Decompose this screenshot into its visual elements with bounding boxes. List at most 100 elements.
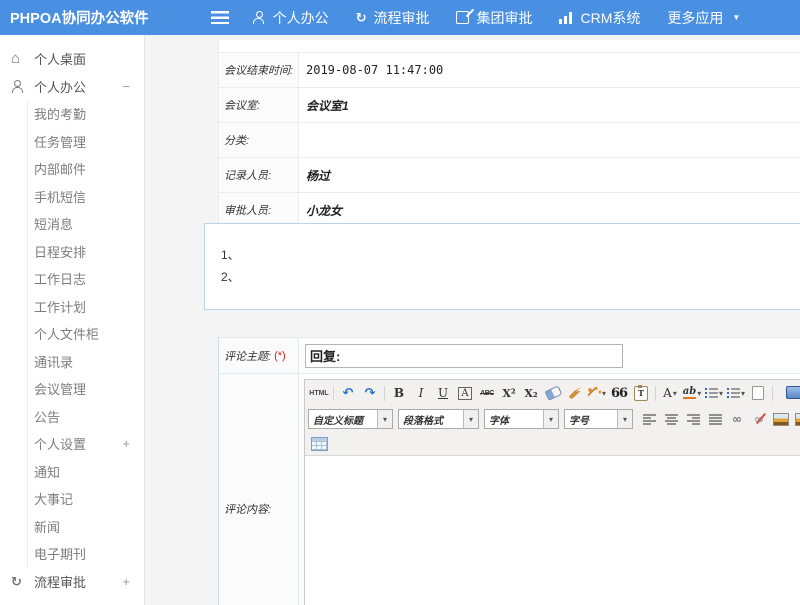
- chart-icon: [559, 12, 573, 24]
- editor-align-right-button[interactable]: [683, 409, 703, 429]
- unlink-icon: ∞: [754, 412, 764, 426]
- sidebar-item-label: 新闻: [34, 517, 60, 536]
- editor-undo-button[interactable]: ↶: [338, 383, 358, 403]
- sidebar-item-label: 公告: [34, 407, 60, 426]
- top-nav: 个人办公 ↻流程审批 集团审批 CRM系统 更多应用▼: [253, 8, 741, 28]
- sidebar-item-label: 通知: [34, 462, 60, 481]
- editor-superscript-button[interactable]: X²: [499, 383, 519, 403]
- editor-font-border-button[interactable]: A: [455, 383, 475, 403]
- nav-label: 流程审批: [373, 8, 429, 28]
- sidebar-item-notice[interactable]: 通知: [27, 458, 144, 486]
- field-label: 会议室:: [219, 88, 299, 122]
- sidebar-item-short-message[interactable]: 短消息: [27, 210, 144, 238]
- nav-group-approval[interactable]: 集团审批: [456, 8, 532, 28]
- collapse-icon[interactable]: −: [122, 79, 130, 94]
- editor-font-color-button[interactable]: A▾: [660, 383, 680, 403]
- sidebar-item-label: 大事记: [34, 489, 73, 508]
- online-image-icon: [795, 413, 800, 426]
- edit-icon: [456, 11, 469, 24]
- sidebar-item-personal-office[interactable]: 个人办公 −: [0, 73, 144, 101]
- editor-subscript-button[interactable]: X₂: [521, 383, 541, 403]
- sidebar-item-my-attendance[interactable]: 我的考勤: [27, 100, 144, 128]
- editor-new-page-button[interactable]: [748, 383, 768, 403]
- subscript-icon: X₂: [524, 387, 537, 400]
- app-logo[interactable]: PHPOA协同办公软件: [0, 7, 149, 28]
- editor-online-image-button[interactable]: [793, 409, 800, 429]
- editor-toolbar-row2: 自定义标题▾段落格式▾字体▾字号▾ ∞ ∞: [305, 406, 800, 432]
- editor-highlight-button[interactable]: ab▾: [682, 383, 702, 403]
- sidebar-item-mobile-sms[interactable]: 手机短信: [27, 183, 144, 211]
- sidebar-item-work-log[interactable]: 工作日志: [27, 265, 144, 293]
- sidebar-item-personal-file-cabinet[interactable]: 个人文件柜: [27, 320, 144, 348]
- sidebar-item-label: 流程审批: [34, 572, 86, 591]
- field-value: 2019-08-07 11:47:00: [299, 53, 800, 87]
- blockquote-icon: 66: [611, 386, 627, 401]
- sidebar-item-e-journal[interactable]: 电子期刊: [27, 540, 144, 568]
- sidebar-item-schedule[interactable]: 日程安排: [27, 238, 144, 266]
- sidebar-item-contacts[interactable]: 通讯录: [27, 348, 144, 376]
- editor-link-button[interactable]: ∞: [727, 409, 747, 429]
- editor-style-select[interactable]: 自定义标题▾: [308, 409, 393, 429]
- sidebar-item-meeting-management[interactable]: 会议管理: [27, 375, 144, 403]
- editor-insert-table-button[interactable]: [309, 434, 329, 454]
- nav-workflow-approval[interactable]: ↻流程审批: [356, 8, 430, 28]
- editor-toolbar-row3: [305, 432, 800, 455]
- editor-content-area[interactable]: [305, 455, 800, 605]
- toolbar-group: A▾ab▾▾▾: [659, 383, 769, 403]
- sidebar-item-work-plan[interactable]: 工作计划: [27, 293, 144, 321]
- menu-toggle-button[interactable]: [211, 11, 229, 24]
- editor-underline-button[interactable]: U: [433, 383, 453, 403]
- editor-fullscreen-button[interactable]: [784, 382, 800, 402]
- sidebar-item-personal-desktop[interactable]: ⌂个人桌面: [0, 45, 144, 73]
- meeting-content-box[interactable]: 1、2、: [204, 223, 800, 310]
- editor-unlink-button[interactable]: ∞: [749, 409, 769, 429]
- nav-crm-system[interactable]: CRM系统: [559, 8, 640, 28]
- sidebar-item-memorabilia[interactable]: 大事记: [27, 485, 144, 513]
- sidebar-item-internal-mail[interactable]: 内部邮件: [27, 155, 144, 183]
- sidebar-item-personal-settings[interactable]: 个人设置+: [27, 430, 144, 458]
- editor-autotypeset-button[interactable]: ▾: [587, 383, 607, 403]
- editor-size-select[interactable]: 字号▾: [564, 409, 633, 429]
- sidebar-item-label: 个人桌面: [34, 49, 86, 68]
- caret-down-icon: ▾: [697, 389, 701, 398]
- nav-personal-office[interactable]: 个人办公: [253, 8, 329, 28]
- nav-more-apps[interactable]: 更多应用▼: [667, 8, 740, 28]
- comment-form: 评论主题: (*) 评论内容: HTML↶↷BIUAABCX²X₂▾66TA▾a…: [218, 337, 800, 605]
- editor-ordered-list-button[interactable]: ▾: [704, 383, 724, 403]
- editor-bold-button[interactable]: B: [389, 383, 409, 403]
- editor-format-brush-button[interactable]: [565, 383, 585, 403]
- editor-paste-text-button[interactable]: T: [631, 383, 651, 403]
- comment-subject-input[interactable]: [305, 344, 623, 368]
- editor-strikethrough-button[interactable]: ABC: [477, 383, 497, 403]
- editor-font-select[interactable]: 字体▾: [484, 409, 559, 429]
- sidebar-item-workflow-approval[interactable]: ↻流程审批+: [0, 568, 144, 596]
- editor-blockquote-button[interactable]: 66: [609, 383, 629, 403]
- editor-html-source-button[interactable]: HTML: [309, 383, 329, 403]
- sidebar-item-label: 个人办公: [34, 77, 86, 96]
- meeting-info-table: 会议结束时间:2019-08-07 11:47:00会议室:会议室1分类:记录人…: [218, 40, 800, 228]
- caret-down-icon: ▼: [732, 13, 740, 22]
- editor-italic-button[interactable]: I: [411, 383, 431, 403]
- autotypeset-icon: [588, 387, 601, 399]
- sidebar-item-news[interactable]: 新闻: [27, 513, 144, 541]
- superscript-icon: X²: [502, 387, 515, 400]
- editor-eraser-button[interactable]: [543, 383, 563, 403]
- editor-image-button[interactable]: [771, 409, 791, 429]
- strikethrough-icon: ABC: [480, 390, 494, 397]
- editor-justify-button[interactable]: [705, 409, 725, 429]
- editor-align-center-button[interactable]: [661, 409, 681, 429]
- editor-unordered-list-button[interactable]: ▾: [726, 383, 746, 403]
- insert-table-icon: [311, 437, 328, 451]
- editor-paragraph-select[interactable]: 段落格式▾: [398, 409, 479, 429]
- sidebar-item-announcement[interactable]: 公告: [27, 403, 144, 431]
- expand-icon[interactable]: +: [122, 574, 130, 589]
- paste-text-icon: T: [634, 386, 648, 401]
- editor-redo-button[interactable]: ↷: [360, 383, 380, 403]
- comment-subject-label: 评论主题: (*): [219, 338, 299, 373]
- sidebar-item-task-management[interactable]: 任务管理: [27, 128, 144, 156]
- sidebar-item-label: 工作计划: [34, 297, 86, 316]
- editor-align-left-button[interactable]: [639, 409, 659, 429]
- separator: [772, 386, 773, 401]
- field-label: 记录人员:: [219, 158, 299, 192]
- expand-icon[interactable]: +: [122, 436, 130, 451]
